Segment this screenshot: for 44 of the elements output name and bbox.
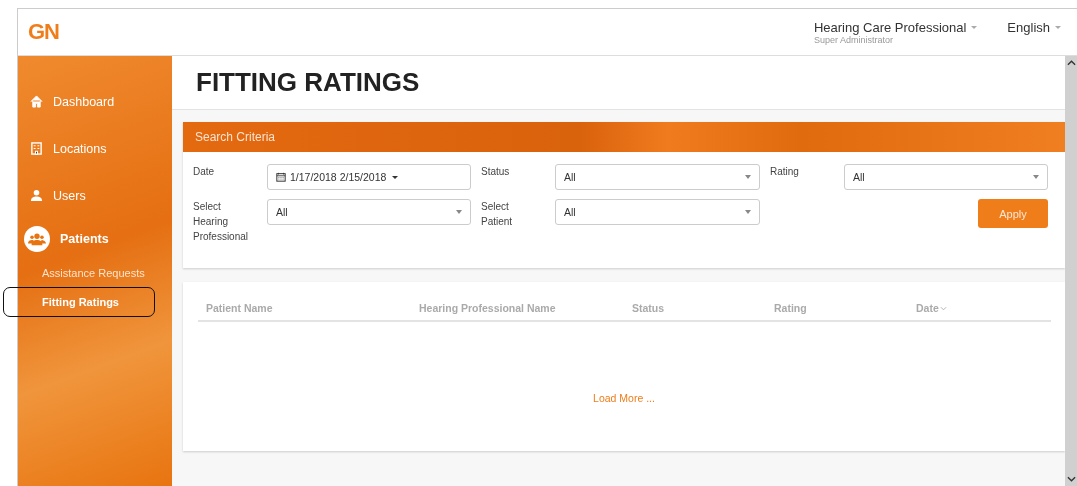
apply-button[interactable]: Apply — [978, 199, 1048, 228]
nav-subitem[interactable]: Fitting Ratings — [3, 287, 155, 317]
caret-icon — [392, 175, 399, 179]
page-title: FITTING RATINGS — [196, 67, 420, 98]
select-field[interactable]: All — [267, 199, 471, 225]
date-range-field[interactable]: 1/17/2018 2/15/2018 — [267, 164, 471, 190]
people-icon — [24, 226, 50, 252]
caret-icon — [1055, 25, 1061, 29]
nav-subitem[interactable]: Assistance Requests — [18, 259, 172, 287]
caret-icon — [745, 175, 751, 179]
nav-item[interactable]: Dashboard — [18, 78, 172, 125]
field-label: Date — [193, 165, 216, 179]
column-header[interactable]: Status — [632, 302, 774, 314]
nav-item[interactable]: Locations — [18, 125, 172, 172]
field-label: Select Hearing Professional — [193, 200, 250, 244]
select-field[interactable]: All — [555, 164, 760, 190]
caret-icon — [456, 210, 462, 214]
building-icon — [30, 142, 43, 155]
select-field[interactable]: All — [555, 199, 760, 225]
language-menu[interactable]: English — [1007, 19, 1061, 35]
calendar-icon — [276, 172, 286, 182]
column-header[interactable]: Date — [916, 302, 1051, 314]
column-header[interactable]: Rating — [774, 302, 916, 314]
user-menu[interactable]: Hearing Care Professional — [813, 19, 978, 35]
user-icon — [30, 189, 43, 202]
column-header[interactable]: Hearing Professional Name — [419, 302, 632, 314]
caret-icon — [971, 25, 978, 29]
scroll-down-icon[interactable] — [1066, 476, 1076, 482]
user-role: Super Administrator — [813, 34, 894, 45]
home-icon — [30, 95, 43, 108]
scrollbar[interactable] — [1065, 56, 1077, 486]
field-label: Status — [481, 165, 511, 179]
load-more-link[interactable]: Load More ... — [593, 392, 655, 404]
select-field[interactable]: All — [844, 164, 1048, 190]
nav-item[interactable]: Patients — [18, 219, 172, 259]
field-label: Rating — [770, 165, 800, 179]
logo[interactable]: GN — [28, 19, 59, 45]
caret-icon — [1033, 175, 1039, 179]
nav-item[interactable]: Users — [18, 172, 172, 219]
column-header[interactable]: Patient Name — [206, 302, 419, 314]
field-label: Select Patient — [481, 200, 514, 229]
scroll-up-icon[interactable] — [1066, 60, 1076, 66]
caret-icon — [745, 210, 751, 214]
card-title: Search Criteria — [195, 130, 276, 144]
